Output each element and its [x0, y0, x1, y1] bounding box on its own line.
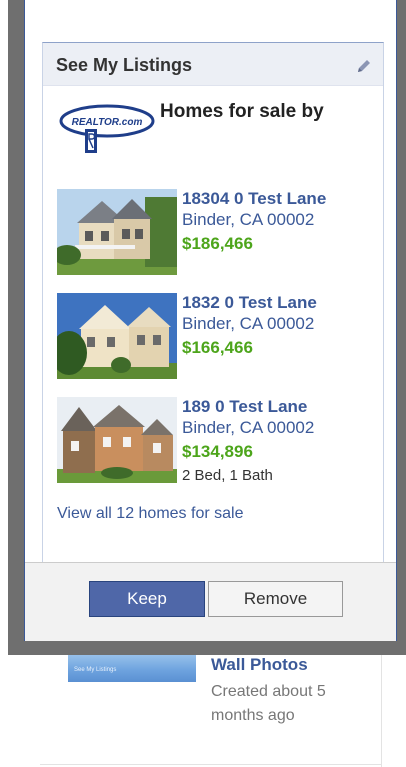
listing-address[interactable]: 1832 0 Test Lane [182, 293, 317, 313]
album-created-text: Created about 5 months ago [211, 683, 326, 724]
listing-price: $166,466 [182, 338, 253, 357]
box-title: See My Listings [56, 55, 193, 75]
album-title-link[interactable]: Wall Photos [211, 655, 308, 675]
listing-item[interactable]: 1832 0 Test Lane Binder, CA 00002 $166,4… [57, 293, 377, 385]
dialog-overlay: See My Listings REALTOR.com Homes for sa… [8, 0, 406, 655]
remove-button[interactable]: Remove [208, 581, 343, 617]
view-all-homes-link[interactable]: View all 12 homes for sale [57, 505, 243, 523]
listing-price: $134,896 [182, 442, 253, 461]
listing-city: Binder, CA 00002 [182, 314, 315, 333]
house-photo[interactable] [57, 189, 177, 275]
album-thumbnail-caption: See My Listings [74, 667, 117, 673]
listing-price: $186,466 [182, 234, 253, 253]
listing-details: 2 Bed, 1 Bath [182, 467, 273, 484]
listing-city: Binder, CA 00002 [182, 418, 315, 437]
realtor-logo-text: REALTOR.com [72, 117, 143, 128]
pencil-icon[interactable] [355, 57, 373, 75]
dialog-footer: Keep Remove [25, 562, 396, 641]
listing-item[interactable]: 189 0 Test Lane Binder, CA 00002 $134,89… [57, 397, 377, 489]
homes-heading: Homes for sale by [160, 101, 324, 122]
listing-city: Binder, CA 00002 [182, 210, 315, 229]
house-photo[interactable] [57, 293, 177, 379]
listing-item[interactable]: 18304 0 Test Lane Binder, CA 00002 $186,… [57, 189, 377, 281]
listings-box: See My Listings REALTOR.com Homes for sa… [42, 42, 384, 565]
keep-button[interactable]: Keep [89, 581, 205, 617]
house-photo[interactable] [57, 397, 177, 483]
listing-address[interactable]: 189 0 Test Lane [182, 397, 307, 417]
realtor-logo: REALTOR.com [59, 104, 155, 153]
listing-address[interactable]: 18304 0 Test Lane [182, 189, 326, 209]
dialog-panel: See My Listings REALTOR.com Homes for sa… [24, 0, 397, 641]
page-divider [40, 764, 381, 765]
box-header: See My Listings [43, 43, 383, 86]
